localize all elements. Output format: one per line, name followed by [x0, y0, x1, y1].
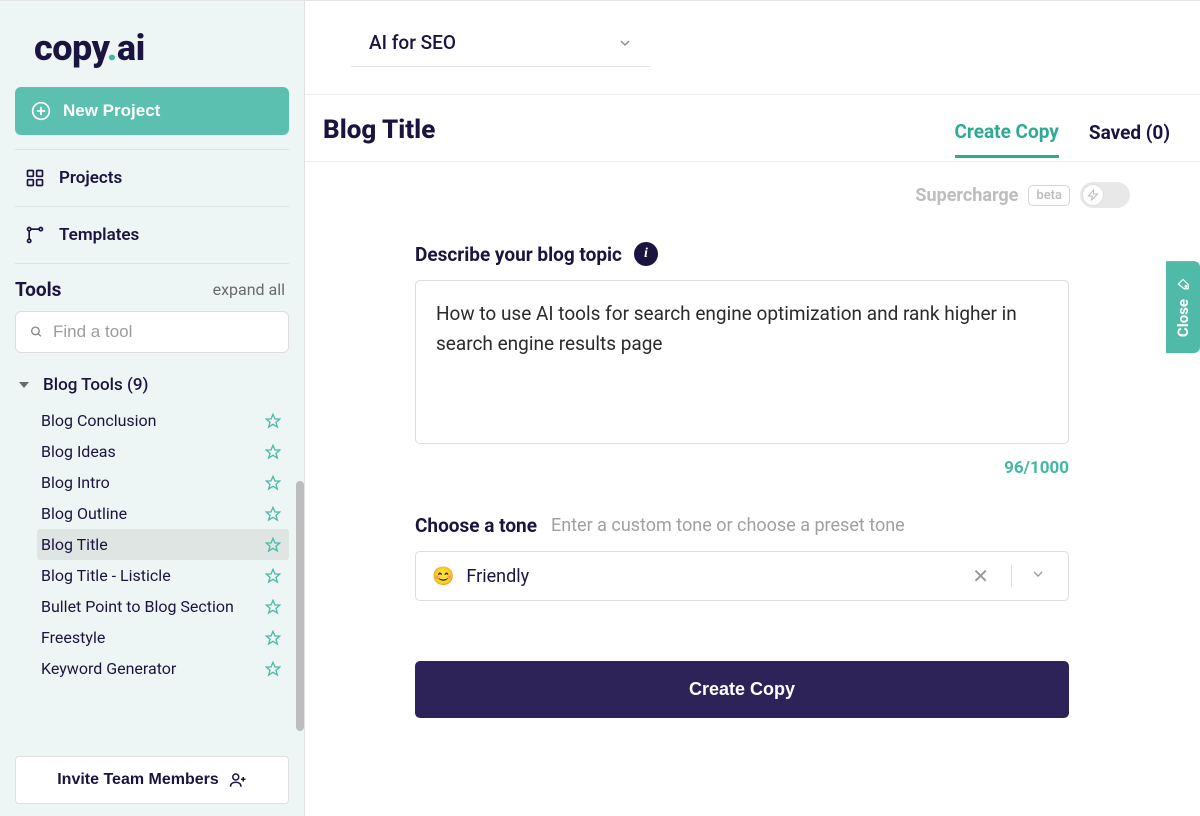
tone-select[interactable]: 😊 Friendly ✕: [415, 551, 1069, 601]
project-selector-row: AI for SEO: [305, 1, 1200, 95]
divider: [1011, 565, 1012, 587]
tone-emoji: 😊: [432, 566, 454, 587]
tab-create-copy[interactable]: Create Copy: [955, 120, 1059, 158]
content-area: Supercharge beta Describe your blog topi…: [305, 162, 1200, 816]
tool-item[interactable]: Blog Outline: [37, 498, 289, 529]
tag-icon: [1176, 277, 1190, 291]
tool-item[interactable]: Blog Intro: [37, 467, 289, 498]
tool-item[interactable]: Bullet Point to Blog Section: [37, 591, 289, 622]
toggle-knob: [1082, 184, 1104, 206]
tabs: Create Copy Saved (0): [955, 120, 1171, 141]
supercharge-row: Supercharge beta: [915, 182, 1130, 208]
project-select[interactable]: AI for SEO: [351, 19, 651, 67]
star-icon[interactable]: [265, 413, 281, 429]
tab-saved[interactable]: Saved (0): [1089, 121, 1170, 156]
nav-templates[interactable]: Templates: [15, 207, 289, 264]
info-icon[interactable]: i: [634, 242, 658, 266]
tool-search-input[interactable]: [53, 322, 274, 342]
tone-label-row: Choose a tone Enter a custom tone or cho…: [415, 514, 1140, 537]
page-header: Blog Title Create Copy Saved (0): [305, 95, 1200, 162]
star-icon[interactable]: [265, 661, 281, 677]
tone-hint: Enter a custom tone or choose a preset t…: [551, 515, 905, 536]
tool-search[interactable]: [15, 311, 289, 353]
tools-heading: Tools: [15, 278, 61, 301]
caret-down-icon: [19, 382, 29, 388]
create-copy-button[interactable]: Create Copy: [415, 661, 1069, 718]
plus-circle-icon: [31, 101, 51, 121]
star-icon[interactable]: [265, 537, 281, 553]
supercharge-toggle[interactable]: [1080, 182, 1130, 208]
tool-item-active[interactable]: Blog Title: [37, 529, 289, 560]
beta-badge: beta: [1028, 185, 1070, 206]
chevron-down-icon[interactable]: [1024, 566, 1052, 587]
star-icon[interactable]: [265, 444, 281, 460]
char-count: 96/1000: [415, 458, 1069, 478]
star-icon[interactable]: [265, 630, 281, 646]
describe-label: Describe your blog topic: [415, 243, 622, 266]
sidebar: copy.ai New Project Projects Templates T…: [0, 1, 305, 816]
page-title: Blog Title: [323, 115, 435, 145]
search-icon: [30, 322, 43, 342]
new-project-button[interactable]: New Project: [15, 87, 289, 135]
supercharge-label: Supercharge: [915, 185, 1018, 206]
nav-projects[interactable]: Projects: [15, 150, 289, 207]
star-icon[interactable]: [265, 506, 281, 522]
star-icon[interactable]: [265, 599, 281, 615]
brand-logo: copy.ai: [0, 1, 304, 87]
tone-label: Choose a tone: [415, 514, 537, 537]
clear-tone-button[interactable]: ✕: [962, 564, 999, 588]
invite-team-button[interactable]: Invite Team Members: [15, 756, 289, 804]
expand-all-link[interactable]: expand all: [213, 280, 285, 299]
star-icon[interactable]: [265, 568, 281, 584]
describe-textarea[interactable]: [415, 280, 1069, 444]
templates-icon: [25, 225, 45, 245]
main: AI for SEO Blog Title Create Copy Saved …: [305, 1, 1200, 816]
sidebar-scrollbar[interactable]: [296, 481, 304, 731]
user-plus-icon: [229, 771, 247, 789]
tool-item[interactable]: Freestyle: [37, 622, 289, 653]
new-project-label: New Project: [63, 101, 160, 121]
tool-item[interactable]: Blog Ideas: [37, 436, 289, 467]
close-panel-tab[interactable]: Close: [1166, 261, 1200, 353]
tool-item[interactable]: Blog Conclusion: [37, 405, 289, 436]
tool-item[interactable]: Blog Title - Listicle: [37, 560, 289, 591]
tool-item[interactable]: Keyword Generator: [37, 653, 289, 684]
star-icon[interactable]: [265, 475, 281, 491]
chevron-down-icon: [617, 35, 633, 51]
bolt-icon: [1087, 189, 1099, 201]
tool-list: Blog Conclusion Blog Ideas Blog Intro Bl…: [15, 405, 289, 684]
projects-icon: [25, 168, 45, 188]
tool-category-blog[interactable]: Blog Tools (9): [15, 369, 289, 405]
describe-label-row: Describe your blog topic i: [415, 242, 1140, 266]
tone-value: Friendly: [466, 566, 950, 587]
